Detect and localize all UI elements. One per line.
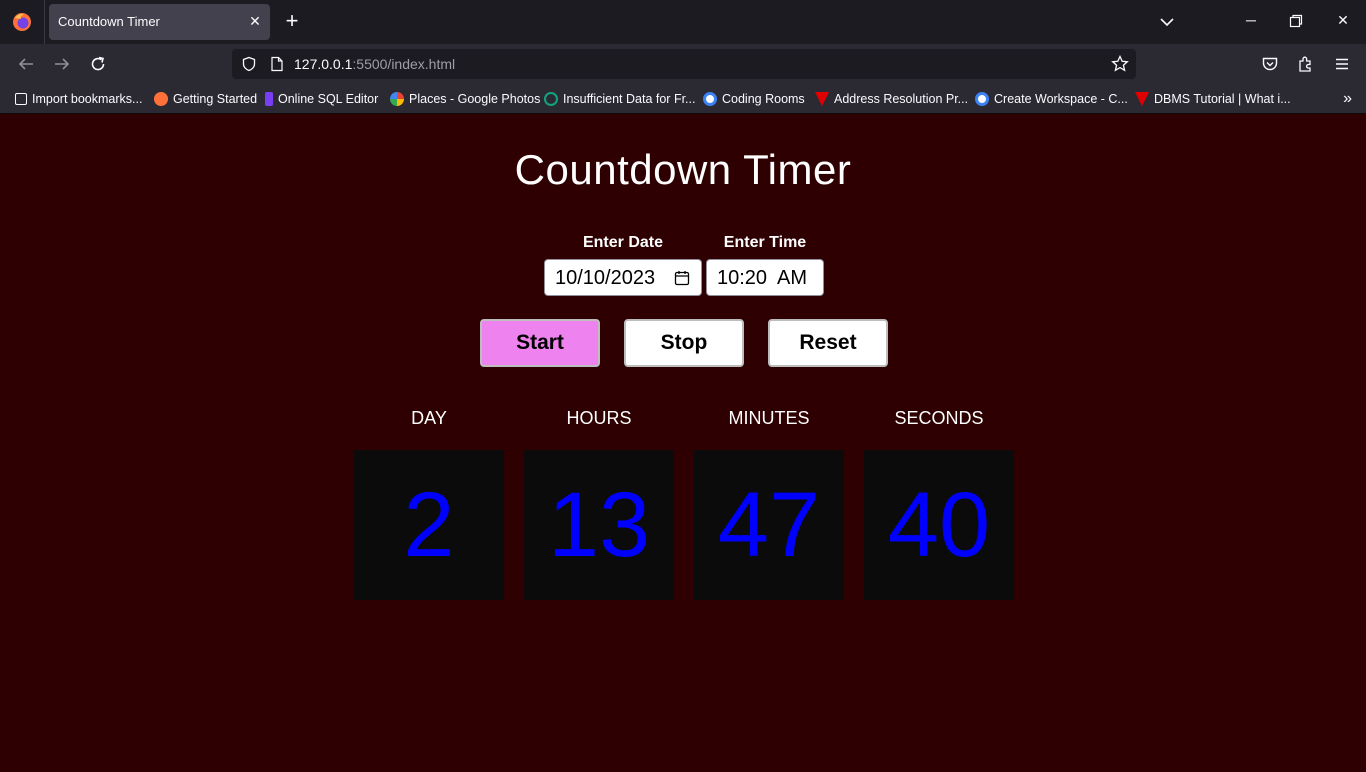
date-value: 10/10/2023 (555, 267, 656, 289)
new-tab-icon[interactable]: + (282, 10, 302, 32)
active-tab[interactable]: Countdown Timer ✕ (49, 4, 270, 40)
time-value: 10:20 AM (717, 267, 808, 289)
stop-button[interactable]: Stop (624, 319, 744, 367)
date-input[interactable]: 10/10/2023 (544, 259, 702, 296)
bookmark-insufficient-data[interactable]: Insufficient Data for Fr... (544, 91, 695, 107)
bookmark-google-photos[interactable]: Places - Google Photos (390, 91, 540, 107)
day-label: DAY (411, 408, 447, 428)
date-label: Enter Date (582, 234, 664, 251)
bookmark-label: Insufficient Data for Fr... (563, 92, 696, 106)
bookmark-create-workspace[interactable]: Create Workspace - C... (975, 91, 1128, 107)
page-icon[interactable] (270, 56, 284, 72)
calendar-icon[interactable] (674, 270, 690, 286)
bookmark-import[interactable]: Import bookmarks... (15, 91, 142, 107)
seconds-label: SECONDS (894, 408, 984, 428)
hours-value: 13 (524, 450, 674, 600)
bookmark-label: Coding Rooms (722, 92, 805, 106)
bookmark-label: Address Resolution Pr... (834, 92, 969, 106)
bookmark-online-sql-editor[interactable]: Online SQL Editor (265, 91, 378, 107)
bookmark-label: Getting Started (173, 92, 258, 106)
chevron-double-right-icon[interactable]: » (1343, 90, 1352, 108)
close-window-icon[interactable]: ✕ (1335, 12, 1351, 30)
bookmark-address-resolution[interactable]: Address Resolution Pr... (815, 91, 968, 107)
bookmark-label: Places - Google Photos (409, 92, 541, 106)
bookmark-label: Create Workspace - C... (994, 92, 1128, 106)
tab-bar: Countdown Timer ✕ + ─ ✕ (0, 0, 1366, 44)
hours-label: HOURS (566, 408, 632, 428)
import-icon (15, 93, 27, 105)
url-bar[interactable]: 127.0.0.1:5500/index.html (232, 49, 1136, 79)
coding-rooms-icon (703, 92, 717, 106)
bookmark-getting-started[interactable]: Getting Started (154, 91, 257, 107)
url-host: 127.0.0.1 (294, 56, 353, 72)
tab-separator (44, 0, 45, 44)
reload-icon[interactable] (89, 55, 107, 73)
url-text[interactable]: 127.0.0.1:5500/index.html (294, 56, 455, 72)
pocket-icon[interactable] (1261, 55, 1279, 73)
minutes-label: MINUTES (728, 408, 810, 428)
chatgpt-icon (544, 92, 558, 106)
chevron-down-icon[interactable] (1159, 14, 1175, 30)
tutorial-icon (815, 92, 829, 106)
minimize-icon[interactable]: ─ (1243, 12, 1259, 30)
start-button[interactable]: Start (480, 319, 600, 367)
minutes-value: 47 (694, 450, 844, 600)
reset-button[interactable]: Reset (768, 319, 888, 367)
navigation-bar: 127.0.0.1:5500/index.html (0, 44, 1366, 84)
bookmark-dbms-tutorial[interactable]: DBMS Tutorial | What i... (1135, 91, 1291, 107)
bookmark-label: DBMS Tutorial | What i... (1154, 92, 1291, 106)
extensions-icon[interactable] (1297, 55, 1315, 73)
bookmark-star-icon[interactable] (1111, 55, 1129, 73)
tutorial-icon (1135, 92, 1149, 106)
seconds-value: 40 (864, 450, 1014, 600)
tab-title: Countdown Timer (58, 14, 160, 29)
close-tab-icon[interactable]: ✕ (248, 14, 262, 28)
shield-icon[interactable] (241, 56, 257, 72)
firefox-logo-icon[interactable] (12, 12, 32, 32)
day-value: 2 (354, 450, 504, 600)
restore-icon[interactable] (1289, 14, 1303, 28)
forward-icon[interactable] (53, 55, 71, 73)
url-path: :5500/index.html (352, 56, 456, 72)
workspace-icon (975, 92, 989, 106)
firefox-icon (154, 92, 168, 106)
bookmark-label: Online SQL Editor (278, 92, 379, 106)
sql-icon (265, 92, 273, 106)
time-input[interactable]: 10:20 AM (706, 259, 824, 296)
time-label: Enter Time (723, 234, 807, 251)
bookmarks-toolbar: Import bookmarks... Getting Started Onli… (0, 84, 1366, 114)
bookmark-label: Import bookmarks... (32, 92, 143, 106)
google-photos-icon (390, 92, 404, 106)
page-title: Countdown Timer (514, 146, 852, 193)
bookmark-coding-rooms[interactable]: Coding Rooms (703, 91, 805, 107)
back-icon[interactable] (17, 55, 35, 73)
menu-icon[interactable] (1333, 55, 1351, 73)
page-content: Countdown Timer Enter Date Enter Time 10… (0, 114, 1366, 772)
